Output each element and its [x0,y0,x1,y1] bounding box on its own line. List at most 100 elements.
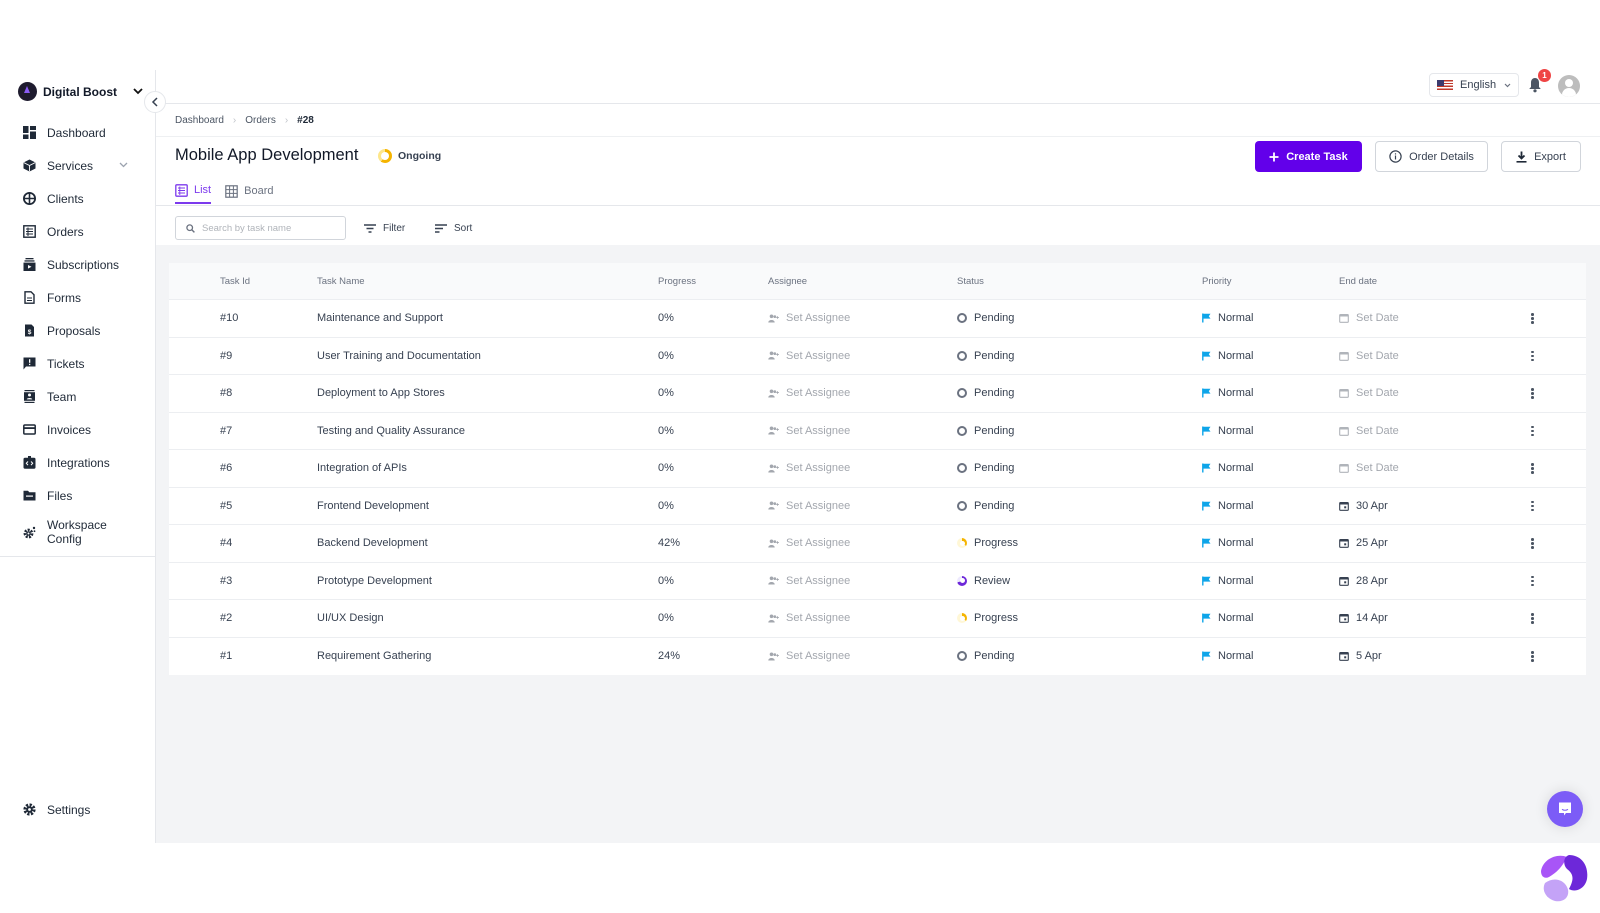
task-end-date[interactable]: 14 Apr [1339,600,1388,637]
task-end-date[interactable]: 25 Apr [1339,525,1388,562]
table-row[interactable]: #9 User Training and Documentation 0% Set A… [169,338,1586,375]
tab-list[interactable]: List [175,180,212,204]
task-priority[interactable]: Normal [1202,338,1253,375]
task-end-date[interactable]: Set Date [1339,375,1399,412]
task-priority[interactable]: Normal [1202,488,1253,525]
task-name[interactable]: Frontend Development [317,488,429,525]
task-status[interactable]: Pending [957,338,1014,375]
table-row[interactable]: #2 UI/UX Design 0% Set Assignee Progress Norm… [169,600,1586,638]
col-header-priority[interactable]: Priority [1202,263,1232,299]
sidebar-item-settings[interactable]: Settings [0,793,90,826]
task-status[interactable]: Pending [957,488,1014,525]
workspace-switcher[interactable]: Digital Boost [18,82,143,101]
col-header-end-date[interactable]: End date [1339,263,1377,299]
task-end-date[interactable]: Set Date [1339,413,1399,450]
sidebar-item-services[interactable]: Services [0,149,156,182]
task-priority[interactable]: Normal [1202,638,1253,676]
sidebar-item-invoices[interactable]: Invoices [0,413,156,446]
table-row[interactable]: #1 Requirement Gathering 24% Set Assignee Pe… [169,638,1586,676]
collapse-sidebar-button[interactable] [144,91,166,113]
task-name[interactable]: User Training and Documentation [317,338,481,375]
filter-button[interactable]: Filter [364,216,405,240]
task-name[interactable]: Requirement Gathering [317,638,431,676]
col-header-task-id[interactable]: Task Id [220,263,250,299]
task-status[interactable]: Pending [957,300,1014,337]
task-end-date[interactable]: Set Date [1339,338,1399,375]
row-actions-button[interactable] [1531,413,1534,450]
set-assignee-button[interactable]: Set Assignee [768,413,850,450]
task-end-date[interactable]: Set Date [1339,450,1399,487]
task-name[interactable]: Deployment to App Stores [317,375,445,412]
col-header-progress[interactable]: Progress [658,263,696,299]
sidebar-item-integrations[interactable]: Integrations [0,446,156,479]
task-priority[interactable]: Normal [1202,450,1253,487]
task-name[interactable]: Backend Development [317,525,428,562]
table-row[interactable]: #7 Testing and Quality Assurance 0% Set Ass… [169,413,1586,450]
table-row[interactable]: #4 Backend Development 42% Set Assignee Prog… [169,525,1586,563]
task-end-date[interactable]: Set Date [1339,300,1399,337]
set-assignee-button[interactable]: Set Assignee [768,300,850,337]
set-assignee-button[interactable]: Set Assignee [768,450,850,487]
task-name[interactable]: Maintenance and Support [317,300,443,337]
set-assignee-button[interactable]: Set Assignee [768,525,850,562]
row-actions-button[interactable] [1531,338,1534,375]
sidebar-item-workspace-config[interactable]: Workspace Config [0,512,156,552]
col-header-assignee[interactable]: Assignee [768,263,807,299]
task-status[interactable]: Pending [957,450,1014,487]
sidebar-item-proposals[interactable]: $ Proposals [0,314,156,347]
user-avatar[interactable] [1558,75,1580,97]
task-end-date[interactable]: 28 Apr [1339,563,1388,600]
export-button[interactable]: Export [1501,141,1581,172]
task-status[interactable]: Progress [957,600,1018,637]
col-header-task-name[interactable]: Task Name [317,263,365,299]
create-task-button[interactable]: Create Task [1255,141,1362,172]
sidebar-item-dashboard[interactable]: Dashboard [0,116,156,149]
sidebar-item-forms[interactable]: Forms [0,281,156,314]
sidebar-item-clients[interactable]: Clients [0,182,156,215]
language-selector[interactable]: English [1429,73,1519,97]
breadcrumb-dashboard[interactable]: Dashboard [175,115,224,126]
task-priority[interactable]: Normal [1202,525,1253,562]
table-row[interactable]: #10 Maintenance and Support 0% Set Assignee… [169,300,1586,338]
task-status[interactable]: Progress [957,525,1018,562]
task-name[interactable]: Testing and Quality Assurance [317,413,465,450]
tab-board[interactable]: Board [225,180,273,204]
table-row[interactable]: #3 Prototype Development 0% Set Assignee Rev… [169,563,1586,600]
row-actions-button[interactable] [1531,375,1534,412]
task-priority[interactable]: Normal [1202,600,1253,637]
row-actions-button[interactable] [1531,600,1534,637]
set-assignee-button[interactable]: Set Assignee [768,338,850,375]
set-assignee-button[interactable]: Set Assignee [768,488,850,525]
row-actions-button[interactable] [1531,450,1534,487]
task-end-date[interactable]: 30 Apr [1339,488,1388,525]
table-row[interactable]: #8 Deployment to App Stores 0% Set Assignee… [169,375,1586,413]
task-status[interactable]: Pending [957,413,1014,450]
chat-launcher-button[interactable] [1547,791,1583,827]
set-assignee-button[interactable]: Set Assignee [768,600,850,637]
task-status[interactable]: Pending [957,638,1014,676]
sidebar-item-orders[interactable]: Orders [0,215,156,248]
set-assignee-button[interactable]: Set Assignee [768,638,850,676]
row-actions-button[interactable] [1531,525,1534,562]
task-priority[interactable]: Normal [1202,563,1253,600]
search-input[interactable] [202,222,332,234]
breadcrumb-orders[interactable]: Orders [245,115,276,126]
sidebar-item-tickets[interactable]: Tickets [0,347,156,380]
table-row[interactable]: #5 Frontend Development 0% Set Assignee Pend… [169,488,1586,525]
sidebar-item-subscriptions[interactable]: Subscriptions [0,248,156,281]
sidebar-item-files[interactable]: Files [0,479,156,512]
task-search[interactable] [175,216,346,240]
task-name[interactable]: Integration of APIs [317,450,407,487]
task-name[interactable]: UI/UX Design [317,600,384,637]
task-name[interactable]: Prototype Development [317,563,432,600]
order-details-button[interactable]: Order Details [1375,141,1488,172]
table-row[interactable]: #6 Integration of APIs 0% Set Assignee Pendi… [169,450,1586,488]
col-header-status[interactable]: Status [957,263,984,299]
set-assignee-button[interactable]: Set Assignee [768,375,850,412]
row-actions-button[interactable] [1531,488,1534,525]
task-end-date[interactable]: 5 Apr [1339,638,1382,676]
task-status[interactable]: Pending [957,375,1014,412]
task-priority[interactable]: Normal [1202,375,1253,412]
sidebar-item-team[interactable]: Team [0,380,156,413]
task-priority[interactable]: Normal [1202,413,1253,450]
